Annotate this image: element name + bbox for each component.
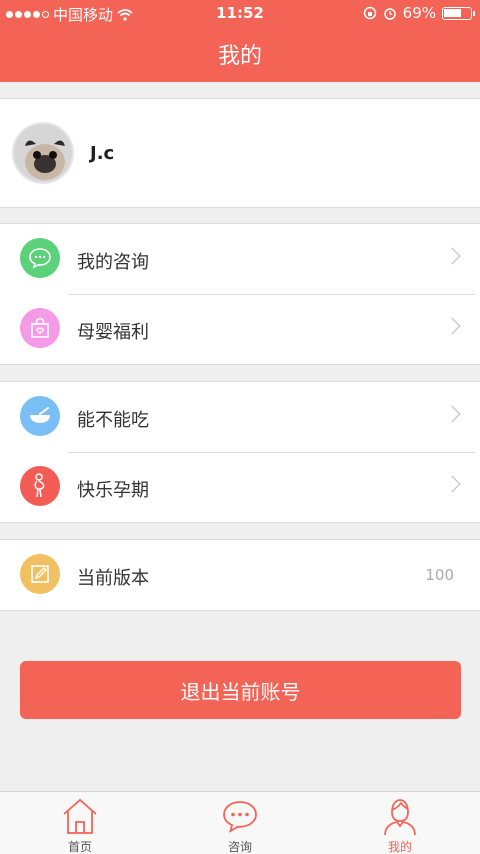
- menu-item-happy-pregnancy[interactable]: 快乐孕期: [0, 452, 480, 522]
- tab-label: 首页: [67, 840, 92, 854]
- divider: [68, 452, 475, 453]
- menu-item-my-consultation[interactable]: 我的咨询: [0, 224, 480, 294]
- tab-mine[interactable]: 我的: [320, 792, 480, 854]
- alarm-icon: [383, 8, 396, 20]
- chevron-right-icon: [443, 317, 461, 335]
- menu-label: 能不能吃: [77, 410, 149, 431]
- user-icon: [384, 799, 416, 836]
- chevron-right-icon: [443, 475, 461, 493]
- tab-label: 咨询: [227, 840, 252, 854]
- menu-item-can-eat[interactable]: 能不能吃: [0, 382, 480, 452]
- tab-label: 我的: [387, 840, 412, 854]
- battery-percent: 69%: [402, 4, 436, 22]
- menu-group-1: 我的咨询 母婴福利: [0, 223, 480, 365]
- profile-card[interactable]: J.c: [0, 98, 480, 208]
- status-bar: 中国移动 11:52 69%: [0, 0, 480, 28]
- menu-label: 当前版本: [77, 568, 149, 589]
- username: J.c: [90, 143, 115, 164]
- chat-bubble-icon: [223, 801, 257, 833]
- menu-item-current-version[interactable]: 当前版本 100: [0, 540, 480, 610]
- avatar[interactable]: [12, 122, 74, 184]
- home-icon: [63, 798, 97, 834]
- battery-icon: [442, 6, 475, 20]
- chat-bubble-icon: [20, 238, 60, 278]
- tab-home[interactable]: 首页: [0, 792, 160, 854]
- menu-label: 我的咨询: [77, 252, 149, 273]
- tab-bar: 首页 咨询 我的: [0, 791, 480, 854]
- pug-avatar-icon: [14, 124, 72, 182]
- bowl-icon: [20, 396, 60, 436]
- pregnant-icon: [20, 466, 60, 506]
- header: 中国移动 11:52 69% 我的: [0, 0, 480, 82]
- rotation-lock-icon: [363, 6, 376, 20]
- edit-icon: [20, 554, 60, 594]
- menu-item-maternal-benefits[interactable]: 母婴福利: [0, 294, 480, 364]
- logout-button[interactable]: 退出当前账号: [20, 661, 461, 719]
- shopping-bag-icon: [20, 308, 60, 348]
- chevron-right-icon: [443, 405, 461, 423]
- divider: [68, 294, 475, 295]
- menu-label: 快乐孕期: [77, 480, 149, 501]
- version-value: 100: [425, 566, 454, 584]
- menu-label: 母婴福利: [77, 322, 149, 343]
- page-title: 我的: [217, 44, 262, 69]
- menu-group-3: 当前版本 100: [0, 539, 480, 611]
- tab-consult[interactable]: 咨询: [160, 792, 320, 854]
- chevron-right-icon: [443, 247, 461, 265]
- menu-group-2: 能不能吃 快乐孕期: [0, 381, 480, 523]
